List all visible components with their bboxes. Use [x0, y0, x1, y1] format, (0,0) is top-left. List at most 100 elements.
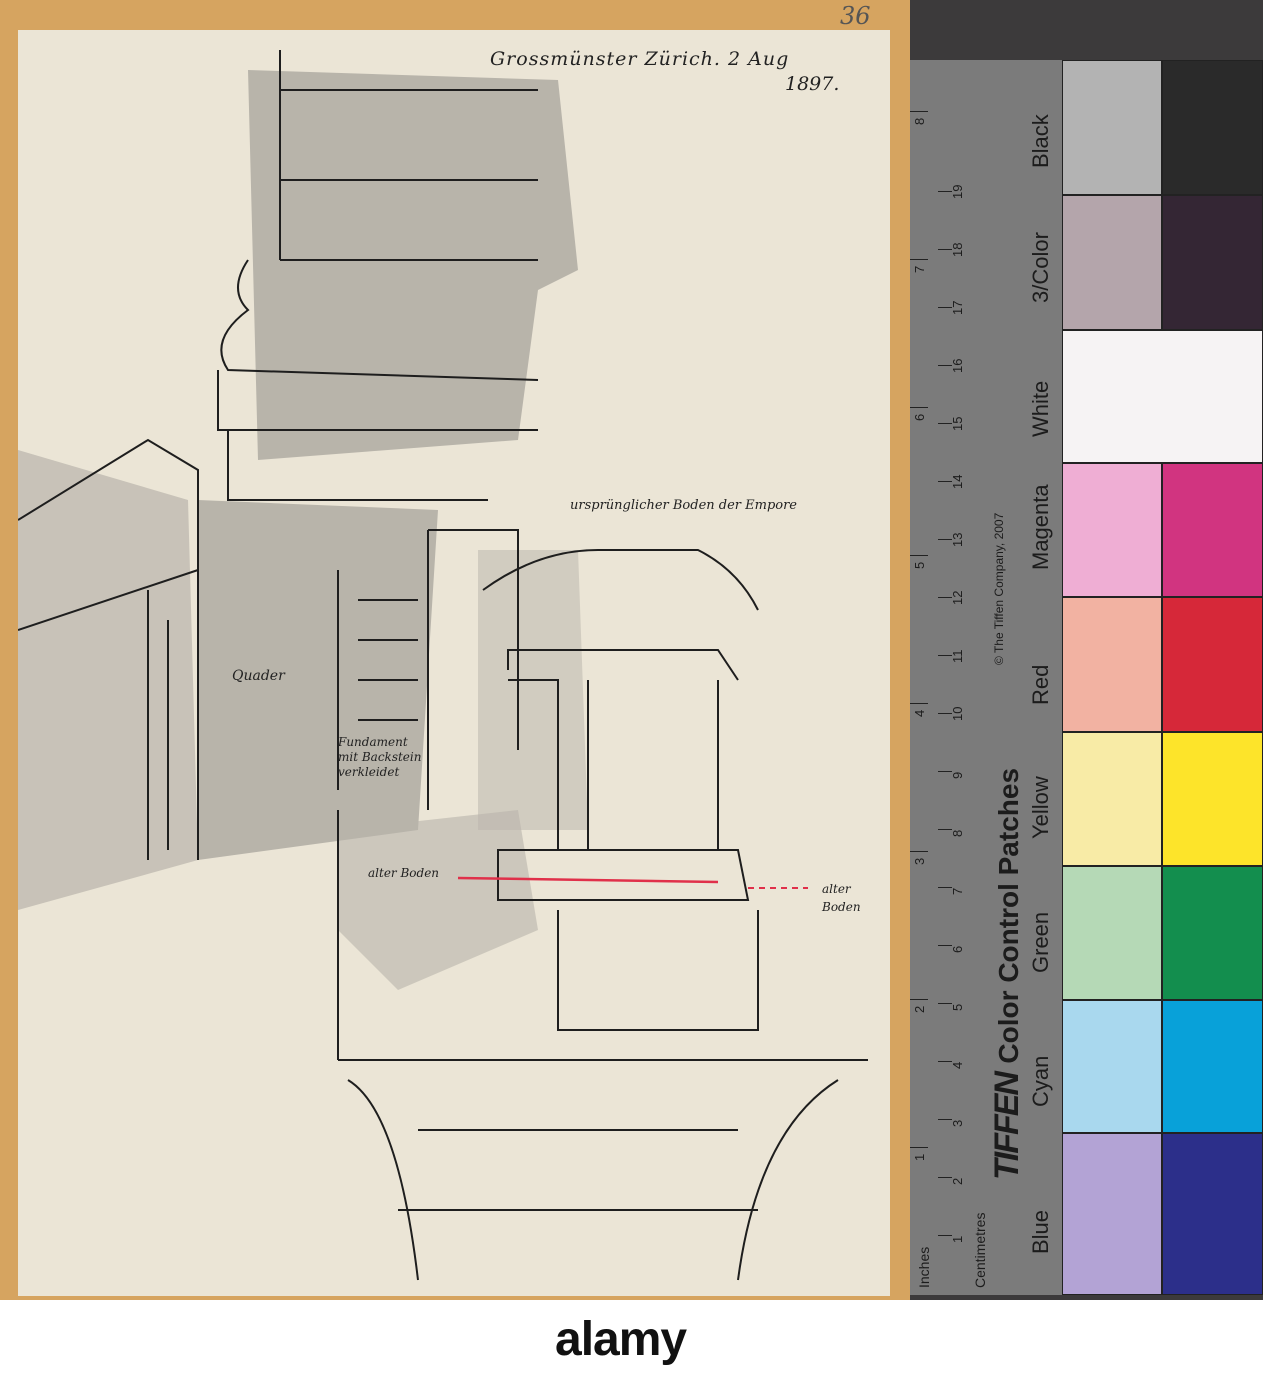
cm-tick [938, 191, 952, 192]
cm-tick [938, 771, 952, 772]
label-quader: Quader [232, 668, 285, 684]
label-boden-empore: ursprünglicher Boden der Empore [570, 498, 798, 513]
inch-tick-label: 3 [912, 857, 927, 865]
cm-tick [938, 307, 952, 308]
cm-tick-label: 13 [950, 532, 965, 547]
patch-label: Magenta [1028, 484, 1053, 570]
color-control-chart: 1 2 3 4 5 6 7 8 1 2 3 4 5 6 7 8 9 10 11 12 13 14 15 16 17 18 19 In… [910, 0, 1263, 1300]
label-line: mit Backstein [338, 750, 422, 764]
cm-tick [938, 1061, 952, 1062]
patch-red-dark [1162, 597, 1263, 732]
cm-tick-label: 4 [950, 1061, 965, 1069]
cm-tick-label: 3 [950, 1119, 965, 1127]
cm-tick [938, 887, 952, 888]
inch-tick-label: 7 [912, 265, 927, 273]
patch-green-dark [1162, 866, 1263, 1000]
sheet-number: 36 [840, 2, 871, 30]
patch-label: Red [1028, 664, 1053, 705]
label-line: verkleidet [338, 765, 400, 779]
inch-tick-label: 4 [912, 709, 927, 717]
cm-tick-label: 7 [950, 887, 965, 895]
patch-yellow-dark [1162, 732, 1263, 866]
cm-tick [938, 713, 952, 714]
inch-tick [910, 407, 928, 408]
label-line: alter [822, 882, 851, 896]
cm-tick-label: 8 [950, 829, 965, 837]
cm-tick [938, 481, 952, 482]
inch-tick-label: 1 [912, 1153, 927, 1161]
cm-tick-label: 12 [950, 590, 965, 605]
patch-label: 3/Color [1028, 231, 1053, 303]
cm-tick [938, 945, 952, 946]
cm-tick-label: 11 [950, 649, 965, 664]
ruler: 1 2 3 4 5 6 7 8 1 2 3 4 5 6 7 8 9 10 11 12 13 14 15 16 17 18 19 In… [910, 60, 1062, 1295]
patch-blue-light [1062, 1133, 1162, 1295]
cm-tick [938, 1003, 952, 1004]
patch-label: Yellow [1028, 776, 1053, 839]
patch-label: White [1028, 380, 1053, 437]
cm-tick [938, 423, 952, 424]
architectural-sketch [18, 50, 868, 1281]
cm-tick-label: 15 [950, 416, 965, 431]
alamy-logo: alamy [555, 1313, 687, 1366]
cm-tick-label: 2 [950, 1177, 965, 1185]
cm-tick-label: 18 [950, 242, 965, 257]
inch-tick-label: 6 [912, 413, 927, 421]
inches-label: Inches [916, 1246, 932, 1288]
drawing-title: Grossmünster Zürich. 2 Aug [490, 48, 790, 70]
inch-tick-label: 8 [912, 117, 927, 125]
patch-label: Blue [1028, 1209, 1053, 1254]
chart-heading: TIFFEN Color Control Patches [988, 768, 1027, 1180]
inch-tick [910, 1147, 928, 1148]
label-alter-boden-left: alter Boden [368, 866, 440, 880]
patch-cyan-light [1062, 1000, 1162, 1133]
cm-tick-label: 17 [950, 300, 965, 315]
cm-tick-label: 14 [950, 474, 965, 489]
cm-tick-label: 10 [950, 706, 965, 721]
inch-tick [910, 555, 928, 556]
inch-tick [910, 703, 928, 704]
patch-green-light [1062, 866, 1162, 1000]
cm-tick [938, 597, 952, 598]
centimetres-label: Centimetres [972, 1212, 988, 1288]
patch-blue-dark [1162, 1133, 1263, 1295]
cm-tick-label: 5 [950, 1003, 965, 1011]
cm-tick-label: 6 [950, 945, 965, 953]
patch-magenta-light [1062, 463, 1162, 597]
patch-white-light [1062, 330, 1263, 463]
cm-tick [938, 1235, 952, 1236]
inch-tick [910, 259, 928, 260]
inch-tick-label: 5 [912, 561, 927, 569]
patch-3-color-light [1062, 195, 1162, 330]
cm-tick [938, 655, 952, 656]
label-alter-boden-right: alter Boden [822, 880, 861, 916]
cm-tick [938, 1177, 952, 1178]
chart-title: Color Control Patches [993, 767, 1024, 1064]
cm-tick-label: 9 [950, 771, 965, 779]
patch-label: Black [1028, 113, 1053, 168]
patch-3-color-dark [1162, 195, 1263, 330]
cm-tick [938, 1119, 952, 1120]
cm-tick [938, 539, 952, 540]
inch-tick [910, 999, 928, 1000]
cm-tick-label: 16 [950, 358, 965, 373]
inch-tick [910, 111, 928, 112]
cm-tick [938, 249, 952, 250]
cm-tick-label: 19 [950, 184, 965, 199]
cm-tick-label: 1 [950, 1235, 965, 1243]
patch-yellow-light [1062, 732, 1162, 866]
cm-tick [938, 829, 952, 830]
inch-tick-label: 2 [912, 1005, 927, 1013]
label-fundament: Fundament mit Backstein verkleidet [338, 735, 421, 780]
label-line: Fundament [338, 735, 408, 749]
copyright: © The Tiffen Company, 2007 [992, 512, 1006, 665]
cm-tick [938, 365, 952, 366]
patch-black-dark [1162, 60, 1263, 195]
inch-tick [910, 851, 928, 852]
patch-cyan-dark [1162, 1000, 1263, 1133]
tiffen-logo: TIFFEN [988, 1073, 1026, 1180]
patch-label: Cyan [1028, 1055, 1053, 1107]
patch-magenta-dark [1162, 463, 1263, 597]
label-line: Boden [822, 900, 861, 914]
patch-red-light [1062, 597, 1162, 732]
